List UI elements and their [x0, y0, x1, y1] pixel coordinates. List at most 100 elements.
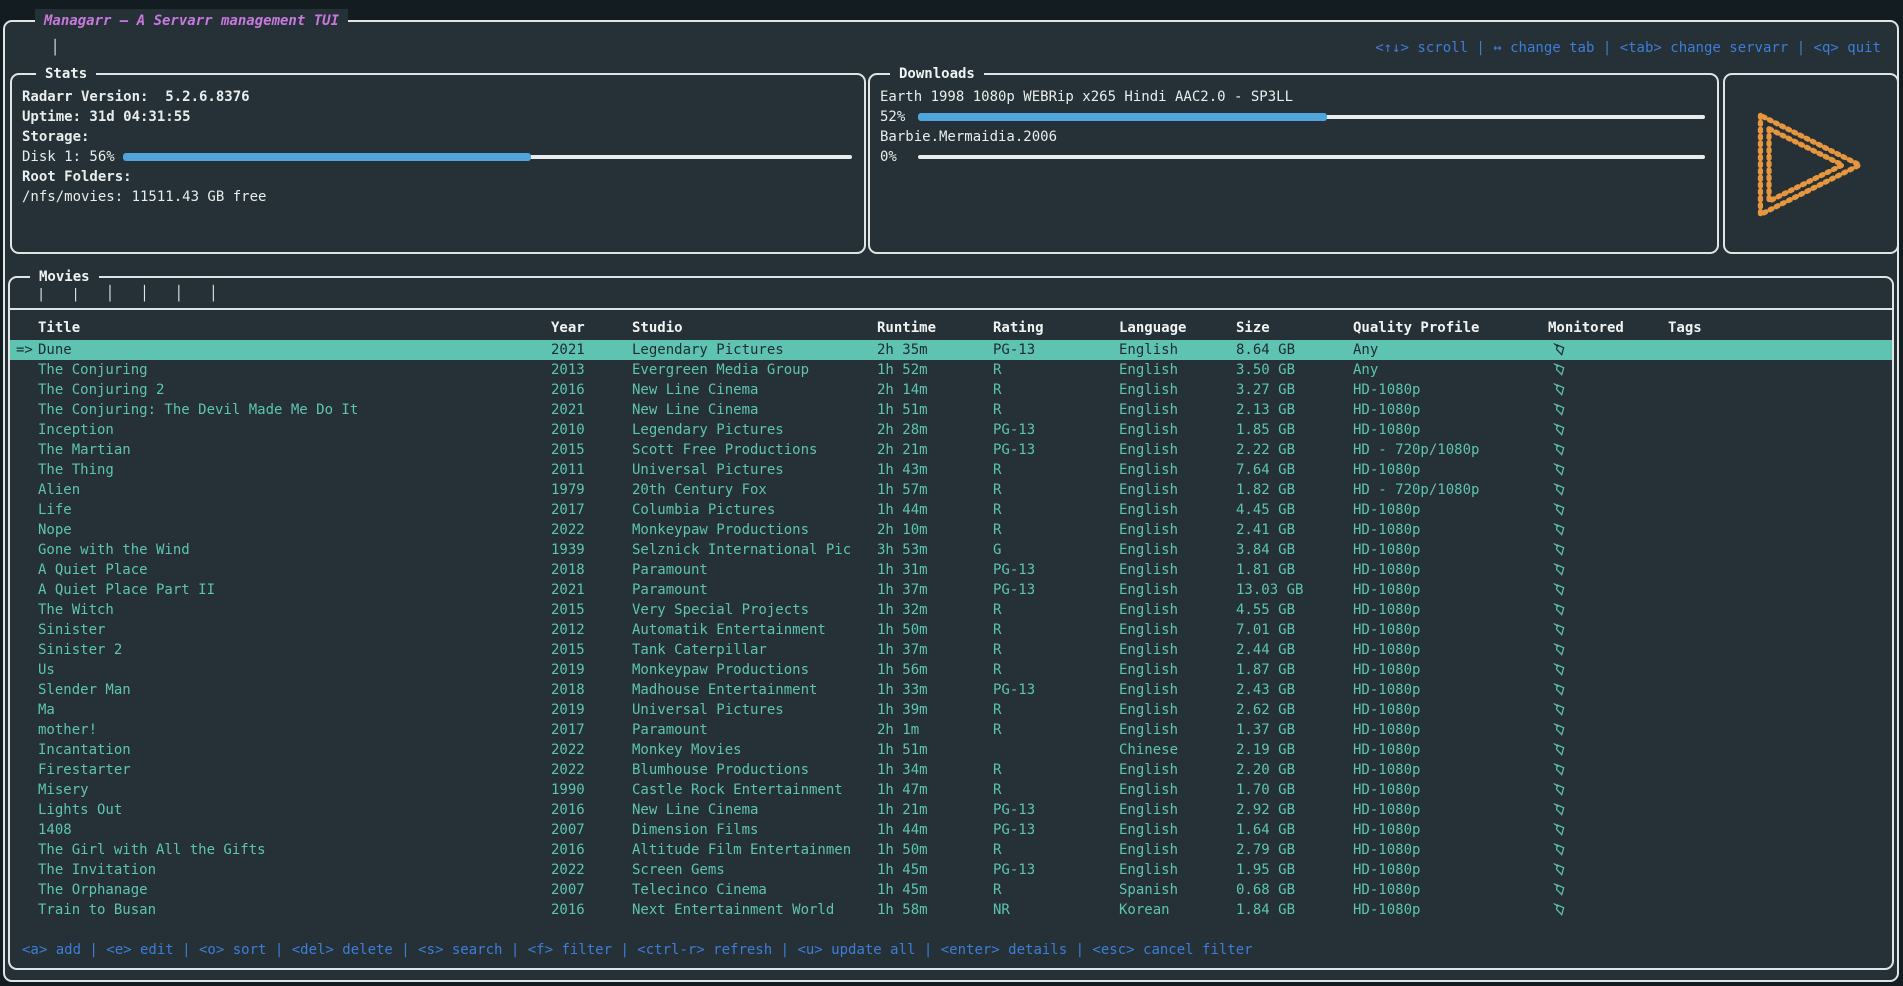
movie-row[interactable]: Inception 2010 Legendary Pictures 2h 28m… [10, 420, 1892, 440]
movie-size-cell: 2.44 GB [1236, 640, 1353, 660]
radarr-version: Radarr Version: 5.2.6.8376 [22, 87, 854, 107]
movie-row[interactable]: Misery 1990 Castle Rock Entertainment 1h… [10, 780, 1892, 800]
movie-monitored-cell [1548, 620, 1668, 640]
movie-title-cell: A Quiet Place Part II [38, 580, 551, 600]
disk-usage-bar-fill [123, 153, 531, 161]
movie-monitored-cell [1548, 760, 1668, 780]
movie-studio-cell: Columbia Pictures [632, 500, 877, 520]
movie-monitored-cell [1548, 500, 1668, 520]
movies-panel: Movies Title Year Studio Runtime Rating … [8, 276, 1894, 970]
movie-row[interactable]: Nope 2022 Monkeypaw Productions 2h 10m R… [10, 520, 1892, 540]
movies-tab[interactable] [93, 286, 127, 302]
movie-row[interactable]: The Conjuring: The Devil Made Me Do It 2… [10, 400, 1892, 420]
row-selection-arrow [16, 740, 38, 760]
movie-quality-cell: HD-1080p [1353, 860, 1548, 880]
movie-row[interactable]: The Witch 2015 Very Special Projects 1h … [10, 600, 1892, 620]
movie-row[interactable]: Ma 2019 Universal Pictures 1h 39m R Engl… [10, 700, 1892, 720]
monitored-tag-icon [1552, 622, 1567, 638]
movies-tab[interactable] [162, 286, 196, 302]
monitored-tag-icon [1552, 402, 1567, 418]
movies-tab[interactable] [24, 286, 58, 302]
monitored-tag-icon [1552, 442, 1567, 458]
movie-row[interactable]: mother! 2017 Paramount 2h 1m R English 1… [10, 720, 1892, 740]
movie-row[interactable]: The Thing 2011 Universal Pictures 1h 43m… [10, 460, 1892, 480]
movie-monitored-cell [1548, 680, 1668, 700]
movie-language-cell: English [1119, 780, 1236, 800]
movie-year-cell: 1990 [551, 780, 632, 800]
movie-rating-cell: R [993, 620, 1119, 640]
movie-title-cell: The Conjuring: The Devil Made Me Do It [38, 400, 551, 420]
movie-row[interactable]: The Orphanage 2007 Telecinco Cinema 1h 4… [10, 880, 1892, 900]
movie-studio-cell: Monkeypaw Productions [632, 660, 877, 680]
movie-row[interactable]: Incantation 2022 Monkey Movies 1h 51m Ch… [10, 740, 1892, 760]
movie-rating-cell: R [993, 460, 1119, 480]
movie-quality-cell: HD-1080p [1353, 540, 1548, 560]
movie-quality-cell: HD-1080p [1353, 780, 1548, 800]
movie-row[interactable]: The Conjuring 2013 Evergreen Media Group… [10, 360, 1892, 380]
movie-title-cell: The Invitation [38, 860, 551, 880]
download-item[interactable]: Earth 1998 1080p WEBRip x265 Hindi AAC2.… [880, 87, 1707, 127]
movie-runtime-cell: 1h 33m [877, 680, 993, 700]
movie-language-cell: English [1119, 500, 1236, 520]
movie-row[interactable]: Sinister 2 2015 Tank Caterpillar 1h 37m … [10, 640, 1892, 660]
root-folder-value: /nfs/movies: 11511.43 GB free [22, 187, 854, 207]
movie-monitored-cell [1548, 840, 1668, 860]
movie-rating-cell: R [993, 400, 1119, 420]
movie-monitored-cell [1548, 600, 1668, 620]
movie-studio-cell: Dimension Films [632, 820, 877, 840]
movie-monitored-cell [1548, 720, 1668, 740]
movie-runtime-cell: 2h 1m [877, 720, 993, 740]
movie-language-cell: English [1119, 660, 1236, 680]
download-name: Earth 1998 1080p WEBRip x265 Hindi AAC2.… [880, 87, 1707, 107]
movie-tags-cell [1668, 500, 1892, 520]
movie-row[interactable]: The Conjuring 2 2016 New Line Cinema 2h … [10, 380, 1892, 400]
movie-row[interactable]: Train to Busan 2016 Next Entertainment W… [10, 900, 1892, 920]
movie-row[interactable]: The Invitation 2022 Screen Gems 1h 45m P… [10, 860, 1892, 880]
monitored-tag-icon [1552, 462, 1567, 478]
monitored-tag-icon [1552, 822, 1567, 838]
movie-row[interactable]: A Quiet Place Part II 2021 Paramount 1h … [10, 580, 1892, 600]
movie-size-cell: 2.22 GB [1236, 440, 1353, 460]
movie-monitored-cell [1548, 660, 1668, 680]
movie-monitored-cell [1548, 880, 1668, 900]
movie-row[interactable]: The Martian 2015 Scott Free Productions … [10, 440, 1892, 460]
movie-row[interactable]: Sinister 2012 Automatik Entertainment 1h… [10, 620, 1892, 640]
movie-year-cell: 2021 [551, 340, 632, 360]
movie-row[interactable]: 1408 2007 Dimension Films 1h 44m PG-13 E… [10, 820, 1892, 840]
movie-title-cell: Incantation [38, 740, 551, 760]
movie-row[interactable]: Gone with the Wind 1939 Selznick Interna… [10, 540, 1892, 560]
movie-runtime-cell: 1h 44m [877, 500, 993, 520]
movies-tab[interactable] [127, 286, 161, 302]
movie-language-cell: English [1119, 580, 1236, 600]
movie-title-cell: mother! [38, 720, 551, 740]
movie-monitored-cell [1548, 540, 1668, 560]
movie-tags-cell [1668, 780, 1892, 800]
servarr-tab[interactable] [39, 40, 71, 56]
movie-quality-cell: HD-1080p [1353, 700, 1548, 720]
download-progress-row: 52% [880, 107, 1707, 127]
movie-title-cell: Life [38, 500, 551, 520]
managarr-logo [1744, 102, 1878, 226]
movie-title-cell: Dune [38, 340, 551, 360]
movie-row[interactable]: => Dune 2021 Legendary Pictures 2h 35m P… [10, 340, 1892, 360]
movie-row[interactable]: Us 2019 Monkeypaw Productions 1h 56m R E… [10, 660, 1892, 680]
movie-language-cell: English [1119, 360, 1236, 380]
movies-tab[interactable] [58, 286, 92, 302]
movie-year-cell: 2022 [551, 520, 632, 540]
movie-row[interactable]: The Girl with All the Gifts 2016 Altitud… [10, 840, 1892, 860]
movie-row[interactable]: Lights Out 2016 New Line Cinema 1h 21m P… [10, 800, 1892, 820]
movie-quality-cell: HD-1080p [1353, 640, 1548, 660]
movie-runtime-cell: 1h 21m [877, 800, 993, 820]
movie-row[interactable]: Life 2017 Columbia Pictures 1h 44m R Eng… [10, 500, 1892, 520]
movie-size-cell: 4.45 GB [1236, 500, 1353, 520]
movie-row[interactable]: Slender Man 2018 Madhouse Entertainment … [10, 680, 1892, 700]
download-item[interactable]: Barbie.Mermaidia.2006 0% [880, 127, 1707, 167]
movie-runtime-cell: 1h 51m [877, 740, 993, 760]
movie-language-cell: English [1119, 380, 1236, 400]
header-year: Year [551, 318, 632, 338]
movie-row[interactable]: Alien 1979 20th Century Fox 1h 57m R Eng… [10, 480, 1892, 500]
movie-row[interactable]: Firestarter 2022 Blumhouse Productions 1… [10, 760, 1892, 780]
movie-row[interactable]: A Quiet Place 2018 Paramount 1h 31m PG-1… [10, 560, 1892, 580]
movies-tab[interactable] [196, 286, 230, 302]
monitored-tag-icon [1552, 582, 1567, 598]
